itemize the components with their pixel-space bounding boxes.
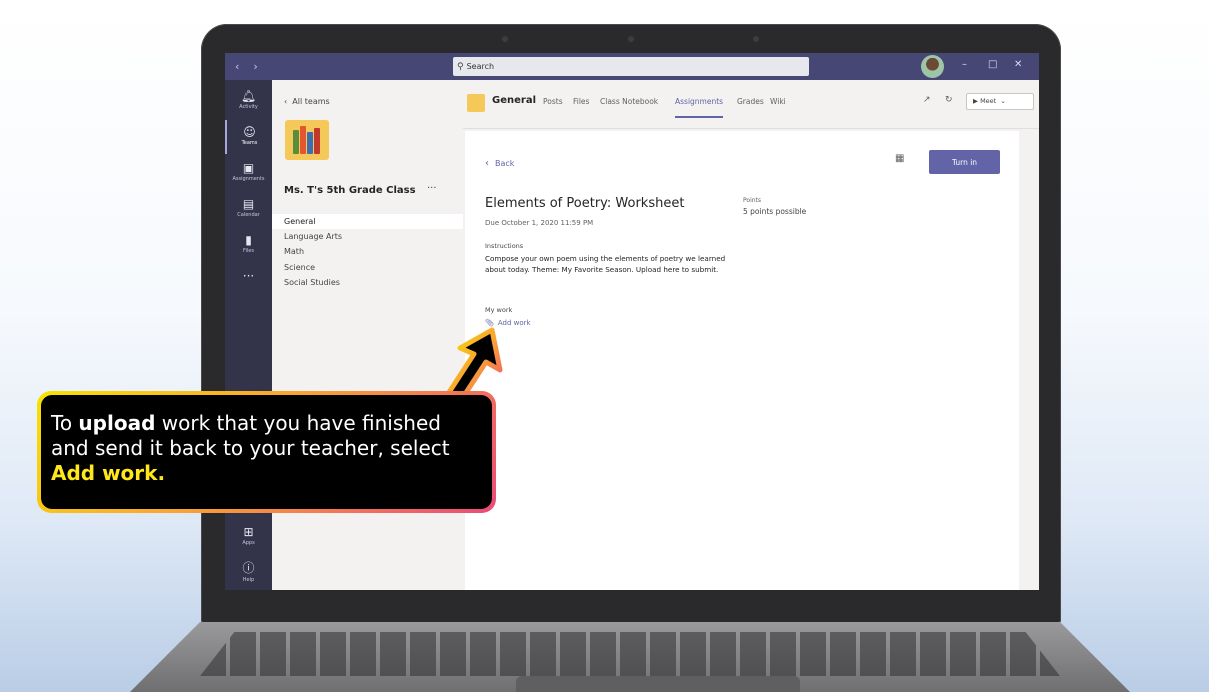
help-icon: ⓘ bbox=[242, 561, 255, 575]
rail-item-teams[interactable]: ☺ Teams bbox=[225, 120, 272, 154]
rail-item-help[interactable]: ⓘ Help bbox=[225, 554, 272, 588]
tab-wiki[interactable]: Wiki bbox=[770, 97, 786, 106]
sensor-dot bbox=[502, 36, 508, 42]
channel-item-social-studies[interactable]: Social Studies bbox=[272, 275, 463, 290]
rail-item-calendar[interactable]: ▤ Calendar bbox=[225, 192, 272, 226]
history-nav: ‹ › bbox=[225, 60, 271, 73]
back-arrow-icon[interactable]: ‹ bbox=[235, 60, 239, 73]
minimize-icon[interactable]: – bbox=[962, 59, 967, 70]
search-icon: ⚲ bbox=[457, 61, 464, 72]
search-input[interactable]: ⚲ Search bbox=[453, 57, 809, 76]
meet-button[interactable]: ▶ Meet ⌄ bbox=[966, 93, 1034, 110]
rail-item-more[interactable]: ··· bbox=[225, 264, 272, 298]
instructions-label: Instructions bbox=[485, 242, 524, 250]
channel-title: General bbox=[492, 95, 536, 106]
apps-icon: ⊞ bbox=[243, 525, 254, 539]
tab-posts[interactable]: Posts bbox=[543, 97, 563, 106]
channel-item-language-arts[interactable]: Language Arts bbox=[272, 229, 463, 244]
tab-files[interactable]: Files bbox=[573, 97, 589, 106]
tutorial-callout: To upload work that you have finished an… bbox=[37, 391, 496, 513]
points-value: 5 points possible bbox=[743, 207, 807, 216]
rail-item-activity[interactable]: 🔔︎ Activity bbox=[225, 84, 272, 118]
title-bar: ‹ › ⚲ Search – □ ✕ bbox=[225, 53, 1039, 80]
channel-item-science[interactable]: Science bbox=[272, 260, 463, 275]
search-placeholder: Search bbox=[466, 62, 495, 71]
chevron-left-icon: ‹ bbox=[284, 97, 288, 106]
channel-item-general[interactable]: General bbox=[272, 214, 463, 229]
camera-dot bbox=[628, 36, 634, 42]
team-more-icon[interactable]: ··· bbox=[427, 183, 437, 194]
my-work-label: My work bbox=[485, 306, 513, 314]
team-logo bbox=[285, 120, 329, 160]
sensor-dot bbox=[753, 36, 759, 42]
tab-grades[interactable]: Grades bbox=[737, 97, 764, 106]
channel-header: General Posts Files Class Notebook Assig… bbox=[463, 80, 1039, 129]
expand-icon[interactable]: ↗ bbox=[923, 95, 931, 105]
video-camera-icon: ▶ bbox=[973, 97, 978, 105]
assignment-card: ‹ Back ▦ Turn in Elements of Poetry: Work… bbox=[465, 131, 1019, 590]
bell-icon: 🔔︎ bbox=[240, 89, 257, 103]
turn-in-button[interactable]: Turn in bbox=[929, 150, 1000, 174]
rail-item-files[interactable]: ▮ Files bbox=[225, 228, 272, 262]
keyboard bbox=[200, 632, 1060, 676]
app-rail: 🔔︎ Activity ☺ Teams ▣ Assignments ▤ Cale… bbox=[225, 80, 272, 590]
callout-text: To upload work that you have finished an… bbox=[41, 395, 492, 509]
teams-icon: ☺ bbox=[243, 125, 256, 139]
close-icon[interactable]: ✕ bbox=[1014, 59, 1022, 70]
assignment-title: Elements of Poetry: Worksheet bbox=[485, 196, 685, 211]
chevron-left-icon: ‹ bbox=[485, 158, 489, 169]
more-icon: ··· bbox=[242, 269, 255, 283]
assignments-icon: ▣ bbox=[242, 161, 255, 175]
due-date: Due October 1, 2020 11:59 PM bbox=[485, 219, 594, 227]
avatar[interactable] bbox=[921, 55, 944, 78]
rail-item-assignments[interactable]: ▣ Assignments bbox=[225, 156, 272, 190]
refresh-icon[interactable]: ↻ bbox=[945, 95, 953, 105]
back-button[interactable]: ‹ Back bbox=[485, 158, 514, 169]
files-icon: ▮ bbox=[245, 233, 252, 247]
channel-icon bbox=[467, 94, 485, 112]
instructions-text: Compose your own poem using the elements… bbox=[485, 254, 726, 274]
chevron-down-icon: ⌄ bbox=[998, 97, 1006, 105]
tab-class-notebook[interactable]: Class Notebook bbox=[600, 97, 658, 106]
rail-item-apps[interactable]: ⊞ Apps bbox=[225, 520, 272, 554]
forward-arrow-icon[interactable]: › bbox=[253, 60, 257, 73]
points-label: Points bbox=[743, 197, 762, 204]
immersive-reader-icon[interactable]: ▦ bbox=[895, 153, 904, 164]
all-teams-link[interactable]: ‹ All teams bbox=[284, 97, 330, 106]
team-name: Ms. T's 5th Grade Class bbox=[284, 185, 416, 196]
calendar-icon: ▤ bbox=[242, 197, 255, 211]
channel-item-math[interactable]: Math bbox=[272, 244, 463, 259]
tab-assignments[interactable]: Assignments bbox=[675, 97, 724, 118]
maximize-icon[interactable]: □ bbox=[988, 59, 997, 70]
trackpad bbox=[516, 676, 800, 692]
